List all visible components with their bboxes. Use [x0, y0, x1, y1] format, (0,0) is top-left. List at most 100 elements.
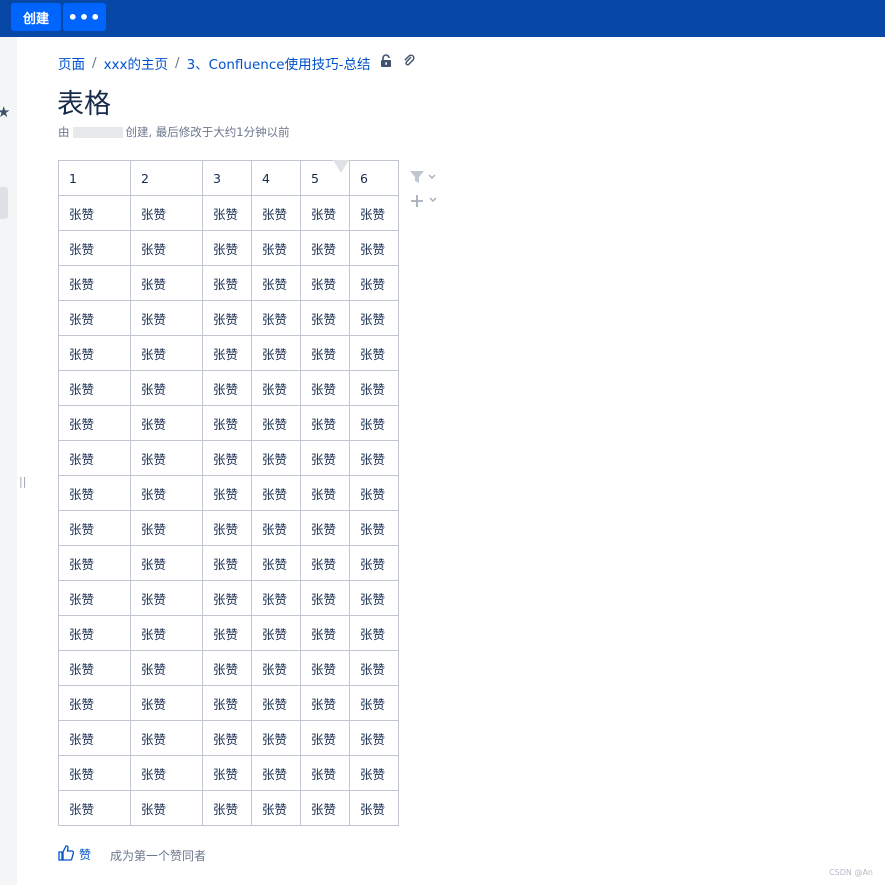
- table-cell[interactable]: 张赞: [130, 510, 203, 546]
- table-cell[interactable]: 张赞: [349, 755, 399, 791]
- table-cell[interactable]: 张赞: [349, 195, 399, 231]
- table-cell[interactable]: 张赞: [130, 405, 203, 441]
- paperclip-icon[interactable]: [403, 54, 415, 72]
- table-cell[interactable]: 张赞: [202, 405, 252, 441]
- table-header-cell[interactable]: 3: [202, 160, 252, 196]
- more-button[interactable]: •••: [63, 3, 106, 31]
- table-cell[interactable]: 张赞: [300, 300, 350, 336]
- table-cell[interactable]: 张赞: [300, 580, 350, 616]
- table-header-cell[interactable]: 4: [251, 160, 301, 196]
- table-cell[interactable]: 张赞: [202, 230, 252, 266]
- table-cell[interactable]: 张赞: [300, 475, 350, 511]
- table-cell[interactable]: 张赞: [58, 230, 131, 266]
- table-cell[interactable]: 张赞: [251, 650, 301, 686]
- table-cell[interactable]: 张赞: [349, 510, 399, 546]
- table-cell[interactable]: 张赞: [349, 720, 399, 756]
- table-cell[interactable]: 张赞: [202, 720, 252, 756]
- table-cell[interactable]: 张赞: [58, 510, 131, 546]
- table-cell[interactable]: 张赞: [202, 650, 252, 686]
- table-cell[interactable]: 张赞: [130, 685, 203, 721]
- table-cell[interactable]: 张赞: [300, 335, 350, 371]
- table-cell[interactable]: 张赞: [300, 755, 350, 791]
- table-cell[interactable]: 张赞: [300, 720, 350, 756]
- table-cell[interactable]: 张赞: [349, 370, 399, 406]
- table-cell[interactable]: 张赞: [251, 790, 301, 826]
- table-cell[interactable]: 张赞: [58, 685, 131, 721]
- table-cell[interactable]: 张赞: [202, 300, 252, 336]
- table-cell[interactable]: 张赞: [58, 300, 131, 336]
- table-cell[interactable]: 张赞: [58, 650, 131, 686]
- table-cell[interactable]: 张赞: [130, 580, 203, 616]
- table-cell[interactable]: 张赞: [130, 615, 203, 651]
- table-cell[interactable]: 张赞: [58, 440, 131, 476]
- table-cell[interactable]: 张赞: [58, 405, 131, 441]
- table-cell[interactable]: 张赞: [130, 265, 203, 301]
- table-cell[interactable]: 张赞: [202, 265, 252, 301]
- table-cell[interactable]: 张赞: [300, 195, 350, 231]
- table-cell[interactable]: 张赞: [202, 545, 252, 581]
- table-cell[interactable]: 张赞: [251, 580, 301, 616]
- table-cell[interactable]: 张赞: [202, 755, 252, 791]
- table-cell[interactable]: 张赞: [349, 580, 399, 616]
- table-cell[interactable]: 张赞: [349, 300, 399, 336]
- table-cell[interactable]: 张赞: [251, 370, 301, 406]
- table-cell[interactable]: 张赞: [349, 790, 399, 826]
- breadcrumb-pages[interactable]: 页面: [58, 53, 85, 73]
- table-cell[interactable]: 张赞: [130, 440, 203, 476]
- table-cell[interactable]: 张赞: [349, 230, 399, 266]
- table-cell[interactable]: 张赞: [202, 580, 252, 616]
- table-cell[interactable]: 张赞: [300, 685, 350, 721]
- author-name-redacted[interactable]: [72, 126, 123, 138]
- table-cell[interactable]: 张赞: [251, 720, 301, 756]
- table-cell[interactable]: 张赞: [300, 265, 350, 301]
- table-header-cell[interactable]: 2: [130, 160, 203, 196]
- table-cell[interactable]: 张赞: [58, 615, 131, 651]
- table-cell[interactable]: 张赞: [251, 195, 301, 231]
- table-cell[interactable]: 张赞: [349, 265, 399, 301]
- column-sort-marker[interactable]: [333, 160, 349, 173]
- create-button[interactable]: 创建: [11, 3, 61, 31]
- table-cell[interactable]: 张赞: [300, 545, 350, 581]
- table-cell[interactable]: 张赞: [58, 720, 131, 756]
- table-cell[interactable]: 张赞: [300, 440, 350, 476]
- table-cell[interactable]: 张赞: [300, 370, 350, 406]
- table-cell[interactable]: 张赞: [251, 755, 301, 791]
- table-cell[interactable]: 张赞: [251, 335, 301, 371]
- table-cell[interactable]: 张赞: [202, 475, 252, 511]
- table-cell[interactable]: 张赞: [130, 230, 203, 266]
- table-cell[interactable]: 张赞: [202, 370, 252, 406]
- table-cell[interactable]: 张赞: [202, 615, 252, 651]
- table-cell[interactable]: 张赞: [349, 650, 399, 686]
- table-cell[interactable]: 张赞: [202, 685, 252, 721]
- table-cell[interactable]: 张赞: [58, 545, 131, 581]
- table-cell[interactable]: 张赞: [58, 475, 131, 511]
- table-cell[interactable]: 张赞: [349, 405, 399, 441]
- table-header-cell[interactable]: 1: [58, 160, 131, 196]
- table-cell[interactable]: 张赞: [58, 370, 131, 406]
- table-cell[interactable]: 张赞: [251, 440, 301, 476]
- table-cell[interactable]: 张赞: [300, 230, 350, 266]
- sidebar-tab[interactable]: [0, 187, 8, 219]
- table-cell[interactable]: 张赞: [202, 440, 252, 476]
- filter-icon[interactable]: [409, 170, 437, 187]
- table-cell[interactable]: 张赞: [300, 510, 350, 546]
- table-cell[interactable]: 张赞: [130, 755, 203, 791]
- table-cell[interactable]: 张赞: [58, 580, 131, 616]
- like-button[interactable]: 赞: [58, 845, 91, 864]
- breadcrumb-home[interactable]: xxx的主页: [104, 53, 168, 73]
- table-cell[interactable]: 张赞: [130, 370, 203, 406]
- table-cell[interactable]: 张赞: [58, 755, 131, 791]
- table-cell[interactable]: 张赞: [58, 335, 131, 371]
- table-cell[interactable]: 张赞: [349, 545, 399, 581]
- table-cell[interactable]: 张赞: [202, 510, 252, 546]
- table-cell[interactable]: 张赞: [251, 545, 301, 581]
- table-cell[interactable]: 张赞: [349, 685, 399, 721]
- table-cell[interactable]: 张赞: [130, 790, 203, 826]
- table-cell[interactable]: 张赞: [251, 300, 301, 336]
- breadcrumb-parent-page[interactable]: 3、Confluence使用技巧-总结: [187, 53, 371, 73]
- table-cell[interactable]: 张赞: [349, 335, 399, 371]
- table-header-cell[interactable]: 6: [349, 160, 399, 196]
- table-cell[interactable]: 张赞: [251, 615, 301, 651]
- table-cell[interactable]: 张赞: [349, 615, 399, 651]
- table-cell[interactable]: 张赞: [58, 265, 131, 301]
